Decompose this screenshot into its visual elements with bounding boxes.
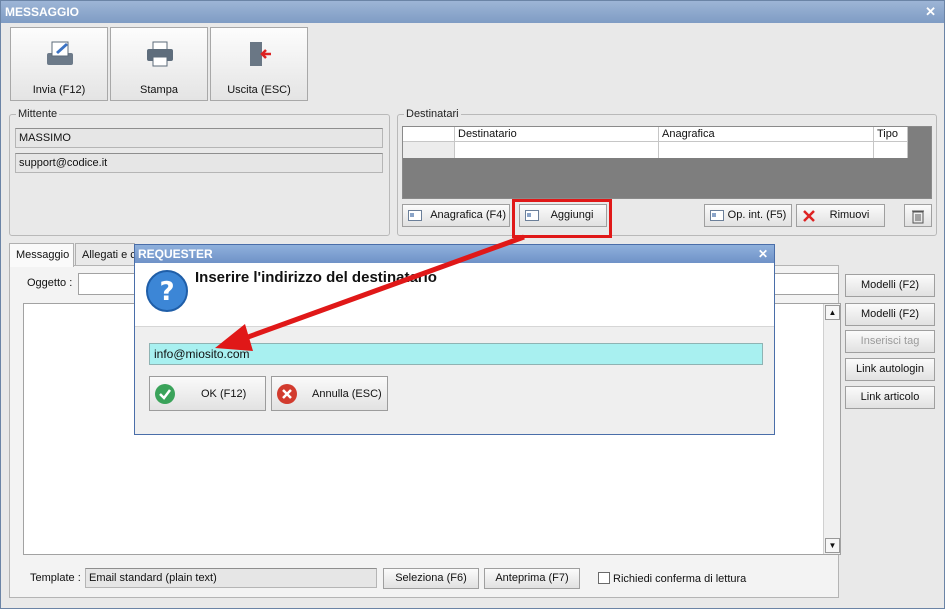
annotation-arrow-icon <box>215 234 525 351</box>
message-window: MESSAGGIO ✕ Invia (F12) Stampa Uscita (E… <box>0 0 945 609</box>
